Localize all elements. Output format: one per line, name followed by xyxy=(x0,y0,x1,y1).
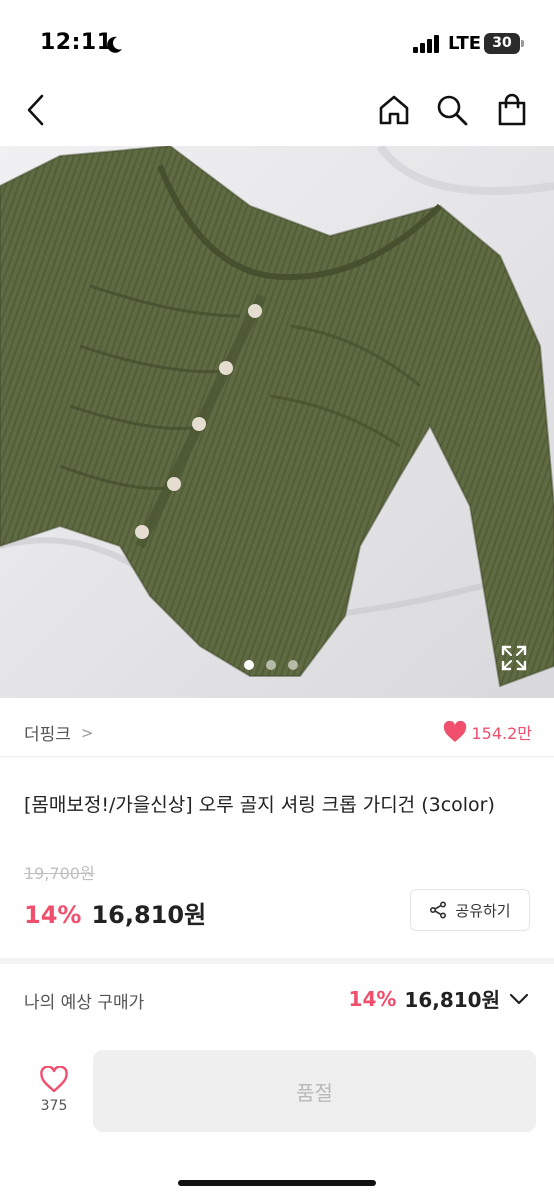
shopping-bag-icon xyxy=(498,93,526,126)
status-bar: 12:11 LTE 30 xyxy=(0,0,554,80)
share-button[interactable]: 공유하기 xyxy=(410,889,530,931)
expected-price-label: 나의 예상 구매가 xyxy=(24,993,145,1013)
heart-filled-icon xyxy=(444,721,467,742)
battery-icon: 30 xyxy=(484,33,524,54)
nav-bar xyxy=(0,80,554,142)
brand-name: 더핑크 xyxy=(24,725,71,745)
search-icon xyxy=(437,95,468,126)
status-time: 12:11 xyxy=(40,30,113,55)
share-label: 공유하기 xyxy=(455,901,511,920)
chevron-right-icon: > xyxy=(80,723,94,742)
price-row: 14% 16,810원 xyxy=(24,895,206,930)
carousel-dot-1[interactable] xyxy=(244,660,254,670)
signal-icon xyxy=(413,35,439,53)
home-button[interactable] xyxy=(374,90,414,130)
sold-out-label: 품절 xyxy=(296,1080,333,1105)
sold-out-button[interactable]: 품절 xyxy=(93,1050,536,1132)
discount-rate: 14% xyxy=(24,901,82,929)
back-button[interactable] xyxy=(16,90,56,130)
carousel-indicator[interactable] xyxy=(244,660,298,670)
expand-icon[interactable] xyxy=(500,644,528,672)
home-indicator xyxy=(178,1180,376,1186)
expected-price-row[interactable]: 나의 예상 구매가 14% 16,810원 xyxy=(0,972,554,1028)
brand-like-count: 154.2만 xyxy=(471,724,532,743)
brand-like-summary[interactable]: 154.2만 xyxy=(443,720,532,744)
carousel-dot-2[interactable] xyxy=(266,660,276,670)
moon-icon xyxy=(107,36,122,53)
expected-discount-rate: 14% xyxy=(348,986,397,1011)
search-button[interactable] xyxy=(432,90,472,130)
home-icon xyxy=(379,95,409,125)
wish-count: 375 xyxy=(40,1098,68,1114)
divider xyxy=(0,756,554,757)
battery-level: 30 xyxy=(492,35,512,51)
original-price: 19,700원 xyxy=(24,864,95,883)
wishlist-button[interactable]: 375 xyxy=(26,1066,82,1126)
sale-price: 16,810원 xyxy=(91,901,207,929)
brand-row: 더핑크 > 154.2만 xyxy=(0,708,554,756)
brand-link[interactable]: 더핑크 > xyxy=(24,720,94,746)
shopping-bag-button[interactable] xyxy=(492,90,532,130)
carousel-dot-3[interactable] xyxy=(288,660,298,670)
chevron-down-icon[interactable] xyxy=(508,992,530,1006)
chevron-left-icon xyxy=(27,94,44,126)
product-image[interactable] xyxy=(0,146,554,698)
product-photo xyxy=(0,146,554,698)
section-divider xyxy=(0,958,554,964)
network-label: LTE xyxy=(448,33,482,54)
product-title: [몸매보정!/가을신상] 오루 골지 셔링 크롭 가디건 (3color) xyxy=(24,794,495,816)
expected-amount: 16,810원 xyxy=(404,988,500,1012)
expected-price: 14% 16,810원 xyxy=(349,984,530,1013)
heart-outline-icon xyxy=(40,1066,68,1093)
share-icon xyxy=(430,901,447,919)
bottom-bar: 375 품절 xyxy=(0,1036,554,1200)
